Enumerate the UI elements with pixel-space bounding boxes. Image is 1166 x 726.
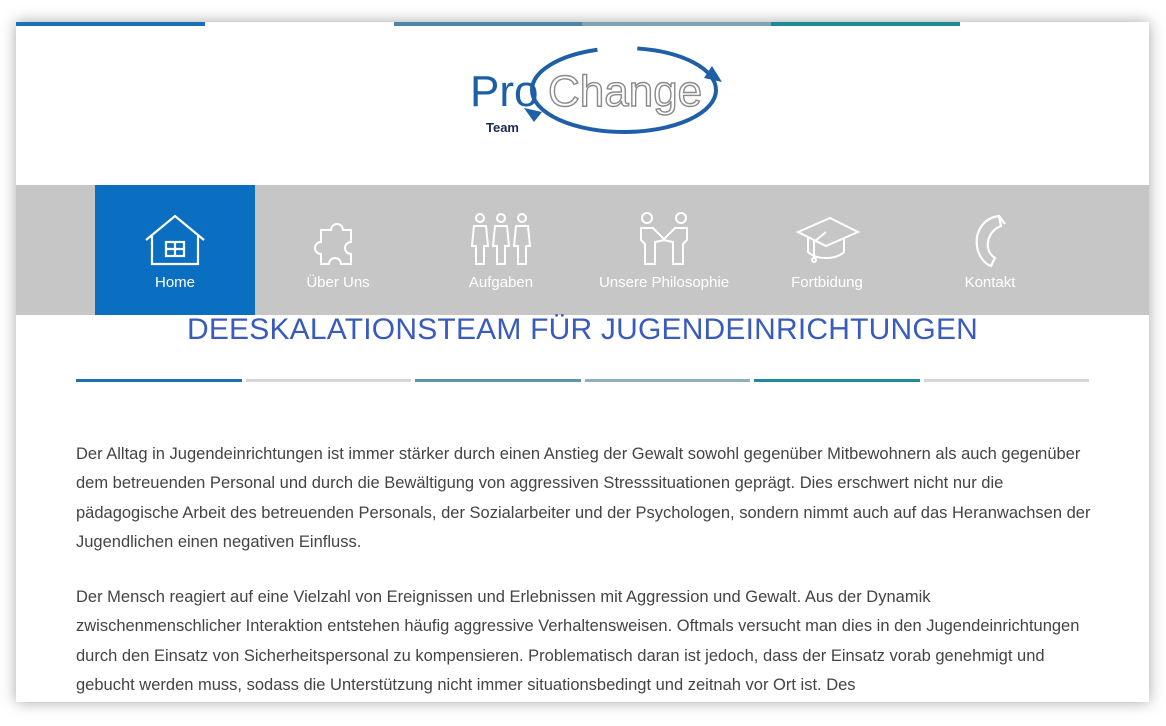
main-content: Der Alltag in Jugendeinrichtungen ist im… (76, 440, 1096, 726)
title-underline (76, 379, 1089, 383)
nav-item-fortbidung[interactable]: Fortbidung (747, 185, 907, 315)
body-paragraph: Der Mensch reagiert auf eine Vielzahl vo… (76, 588, 1080, 695)
title-underline-segment (754, 379, 920, 382)
logo-team-text: Team (486, 120, 519, 135)
graduation-cap-icon (795, 216, 861, 263)
logo-arrow (704, 66, 722, 82)
nav-item-ueber-uns[interactable]: Über Uns (258, 185, 418, 315)
title-underline-segment (76, 379, 242, 382)
nav-item-home[interactable]: Home (95, 185, 255, 315)
title-underline-segment (415, 379, 581, 382)
title-underline-segment (245, 379, 411, 382)
handshake-icon (640, 212, 688, 265)
phone-icon (975, 214, 1006, 268)
logo-change-text: Change (548, 67, 702, 116)
prochange-logo[interactable]: Pro Change Team (464, 42, 734, 150)
main-nav: Home Über Uns Aufgaben Unsere Philosophi… (16, 185, 1149, 315)
nav-label: Unsere Philosophie (598, 274, 730, 291)
nav-item-unsere-philosophie[interactable]: Unsere Philosophie (584, 185, 744, 315)
nav-item-aufgaben[interactable]: Aufgaben (421, 185, 581, 315)
puzzle-icon (314, 223, 352, 265)
nav-label: Home (154, 274, 195, 291)
nav-label: Aufgaben (468, 274, 534, 291)
title-underline-segment (584, 379, 750, 382)
page-container: Pro Change Team Home Über Uns Aufgaben U… (16, 22, 1149, 702)
nav-label: Fortbidung (791, 274, 863, 291)
nav-label: Über Uns (306, 274, 370, 291)
team-people-icon (470, 213, 532, 265)
page-title: DEESKALATIONSTEAM FÜR JUGENDEINRICHTUNGE… (186, 313, 979, 346)
title-underline-segment (923, 379, 1089, 382)
nav-label: Kontakt (964, 274, 1016, 291)
house-icon (145, 214, 205, 266)
body-paragraph: Der Alltag in Jugendeinrichtungen ist im… (76, 445, 1091, 551)
site-header: Pro Change Team (16, 26, 1149, 185)
nav-item-kontakt[interactable]: Kontakt (910, 185, 1070, 315)
logo-pro-text: Pro (470, 67, 538, 116)
